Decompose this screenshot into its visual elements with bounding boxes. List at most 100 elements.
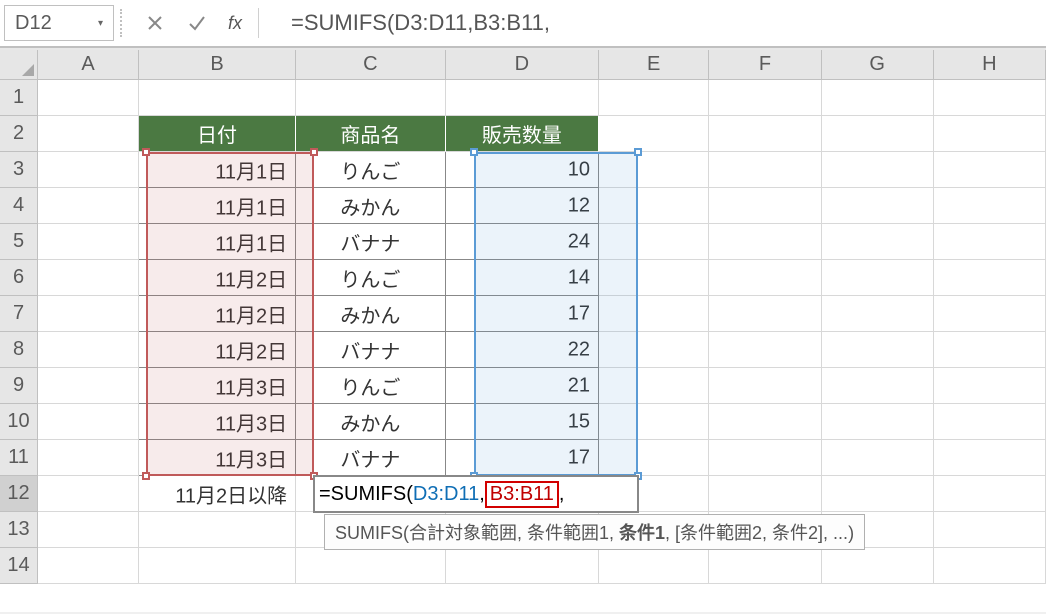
cell-D5[interactable]: 24 bbox=[446, 224, 599, 260]
cell-C10[interactable]: みかん bbox=[296, 404, 446, 440]
column-header-D[interactable]: D bbox=[446, 50, 599, 80]
cell-G1[interactable] bbox=[822, 80, 934, 116]
cell-D1[interactable] bbox=[446, 80, 599, 116]
cell-H12[interactable] bbox=[934, 476, 1046, 512]
cell-D9[interactable]: 21 bbox=[446, 368, 599, 404]
cell-A13[interactable] bbox=[38, 512, 139, 548]
cell-A6[interactable] bbox=[38, 260, 139, 296]
cell-H9[interactable] bbox=[934, 368, 1046, 404]
cell-B6[interactable]: 11月2日 bbox=[139, 260, 296, 296]
cell-F12[interactable] bbox=[709, 476, 821, 512]
cell-G3[interactable] bbox=[822, 152, 934, 188]
cell-C3[interactable]: りんご bbox=[296, 152, 446, 188]
name-box[interactable]: D12 ▾ bbox=[4, 5, 114, 41]
cell-A2[interactable] bbox=[38, 116, 139, 152]
cell-G5[interactable] bbox=[822, 224, 934, 260]
cell-G2[interactable] bbox=[822, 116, 934, 152]
row-header-14[interactable]: 14 bbox=[0, 548, 38, 584]
cell-F10[interactable] bbox=[709, 404, 821, 440]
cell-D6[interactable]: 14 bbox=[446, 260, 599, 296]
range-handle[interactable] bbox=[142, 148, 150, 156]
column-header-F[interactable]: F bbox=[709, 50, 821, 80]
cell-F8[interactable] bbox=[709, 332, 821, 368]
cell-A11[interactable] bbox=[38, 440, 139, 476]
cell-H10[interactable] bbox=[934, 404, 1046, 440]
cell-B4[interactable]: 11月1日 bbox=[139, 188, 296, 224]
cell-B3[interactable]: 11月1日 bbox=[139, 152, 296, 188]
cell-E14[interactable] bbox=[599, 548, 709, 584]
row-header-9[interactable]: 9 bbox=[0, 368, 38, 404]
name-box-dropdown-icon[interactable]: ▾ bbox=[98, 18, 103, 29]
cell-A3[interactable] bbox=[38, 152, 139, 188]
cell-B13[interactable] bbox=[139, 512, 296, 548]
cell-G8[interactable] bbox=[822, 332, 934, 368]
fx-icon[interactable]: fx bbox=[228, 13, 242, 34]
cell-D2[interactable]: 販売数量 bbox=[446, 116, 599, 152]
cell-B8[interactable]: 11月2日 bbox=[139, 332, 296, 368]
cell-G4[interactable] bbox=[822, 188, 934, 224]
column-header-C[interactable]: C bbox=[296, 50, 446, 80]
cell-C2[interactable]: 商品名 bbox=[296, 116, 446, 152]
cell-H3[interactable] bbox=[934, 152, 1046, 188]
select-all-corner[interactable] bbox=[0, 50, 38, 80]
cell-F4[interactable] bbox=[709, 188, 821, 224]
cell-G12[interactable] bbox=[822, 476, 934, 512]
cell-G9[interactable] bbox=[822, 368, 934, 404]
cell-A7[interactable] bbox=[38, 296, 139, 332]
cell-B2[interactable]: 日付 bbox=[139, 116, 296, 152]
row-header-5[interactable]: 5 bbox=[0, 224, 38, 260]
cell-E3[interactable] bbox=[599, 152, 709, 188]
cell-C14[interactable] bbox=[296, 548, 446, 584]
cell-H13[interactable] bbox=[934, 512, 1046, 548]
cell-A12[interactable] bbox=[38, 476, 139, 512]
cell-C8[interactable]: バナナ bbox=[296, 332, 446, 368]
column-header-A[interactable]: A bbox=[38, 50, 139, 80]
cell-E8[interactable] bbox=[599, 332, 709, 368]
cell-H2[interactable] bbox=[934, 116, 1046, 152]
cell-G10[interactable] bbox=[822, 404, 934, 440]
row-header-6[interactable]: 6 bbox=[0, 260, 38, 296]
cell-H6[interactable] bbox=[934, 260, 1046, 296]
cell-D14[interactable] bbox=[446, 548, 599, 584]
cell-D8[interactable]: 22 bbox=[446, 332, 599, 368]
cell-E10[interactable] bbox=[599, 404, 709, 440]
cell-C1[interactable] bbox=[296, 80, 446, 116]
cell-B7[interactable]: 11月2日 bbox=[139, 296, 296, 332]
cell-E5[interactable] bbox=[599, 224, 709, 260]
column-header-B[interactable]: B bbox=[139, 50, 296, 80]
formula-input[interactable]: =SUMIFS(D3:D11,B3:B11, bbox=[271, 10, 1042, 36]
cell-H11[interactable] bbox=[934, 440, 1046, 476]
cell-F7[interactable] bbox=[709, 296, 821, 332]
row-header-12[interactable]: 12 bbox=[0, 476, 38, 512]
cell-G7[interactable] bbox=[822, 296, 934, 332]
cell-F3[interactable] bbox=[709, 152, 821, 188]
cell-F5[interactable] bbox=[709, 224, 821, 260]
cell-E11[interactable] bbox=[599, 440, 709, 476]
column-header-E[interactable]: E bbox=[599, 50, 709, 80]
cell-B11[interactable]: 11月3日 bbox=[139, 440, 296, 476]
cell-B14[interactable] bbox=[139, 548, 296, 584]
row-header-3[interactable]: 3 bbox=[0, 152, 38, 188]
cell-E9[interactable] bbox=[599, 368, 709, 404]
cancel-icon[interactable] bbox=[140, 8, 170, 38]
cell-E2[interactable] bbox=[599, 116, 709, 152]
row-header-4[interactable]: 4 bbox=[0, 188, 38, 224]
cell-B12[interactable]: 11月2日以降 bbox=[139, 476, 296, 512]
cell-B9[interactable]: 11月3日 bbox=[139, 368, 296, 404]
cell-C7[interactable]: みかん bbox=[296, 296, 446, 332]
confirm-icon[interactable] bbox=[182, 8, 212, 38]
range-handle[interactable] bbox=[470, 148, 478, 156]
row-header-7[interactable]: 7 bbox=[0, 296, 38, 332]
cell-B1[interactable] bbox=[139, 80, 296, 116]
row-header-2[interactable]: 2 bbox=[0, 116, 38, 152]
cell-A14[interactable] bbox=[38, 548, 139, 584]
column-header-G[interactable]: G bbox=[822, 50, 934, 80]
cell-H14[interactable] bbox=[934, 548, 1046, 584]
cell-A5[interactable] bbox=[38, 224, 139, 260]
row-header-8[interactable]: 8 bbox=[0, 332, 38, 368]
cell-A10[interactable] bbox=[38, 404, 139, 440]
cell-G14[interactable] bbox=[822, 548, 934, 584]
cell-A1[interactable] bbox=[38, 80, 139, 116]
cell-H7[interactable] bbox=[934, 296, 1046, 332]
range-handle[interactable] bbox=[310, 148, 318, 156]
